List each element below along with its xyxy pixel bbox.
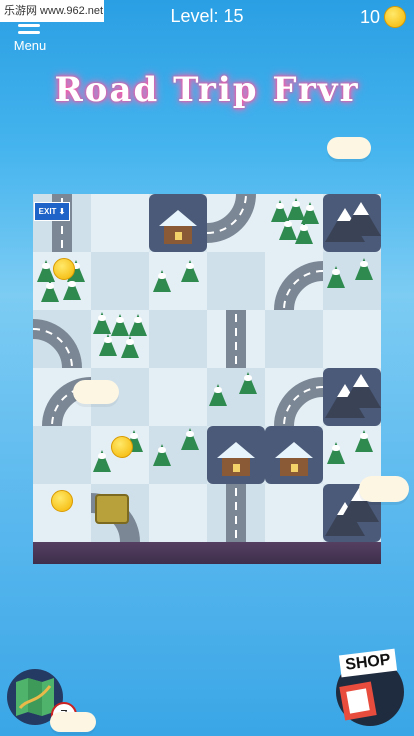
road-straight — [226, 310, 246, 368]
coin-icon — [384, 6, 406, 28]
tile-empty[interactable] — [207, 252, 265, 310]
tile-empty[interactable] — [323, 310, 381, 368]
tree-icon — [295, 222, 313, 244]
tile-empty[interactable] — [91, 194, 149, 252]
game-title: Road Trip Frvr — [54, 70, 360, 110]
level-indicator: Level: 15 — [170, 6, 244, 26]
menu-label: Menu — [13, 38, 47, 53]
tile-empty[interactable] — [265, 484, 323, 542]
tile-mountains[interactable] — [323, 194, 381, 252]
tile-road-car[interactable] — [91, 484, 149, 542]
tile-empty[interactable] — [149, 368, 207, 426]
road-straight — [226, 484, 246, 542]
coin-count: 10 — [359, 6, 380, 27]
tree-icon — [239, 372, 257, 394]
tile-cabin[interactable] — [207, 426, 265, 484]
tile-trees[interactable] — [207, 368, 265, 426]
coin-icon[interactable] — [53, 258, 75, 280]
coin-icon[interactable] — [51, 490, 73, 512]
tree-icon — [355, 258, 373, 280]
cloud — [327, 137, 371, 159]
cabin-icon — [159, 210, 197, 244]
car-icon — [95, 494, 129, 524]
board-edge — [33, 542, 381, 564]
coin-icon[interactable] — [111, 436, 133, 458]
tile-empty[interactable] — [265, 310, 323, 368]
tile-trees[interactable] — [265, 194, 323, 252]
game-board: EXIT ⬇ — [33, 194, 381, 542]
tree-icon — [327, 442, 345, 464]
road-curve — [274, 377, 323, 426]
tile-empty[interactable] — [33, 426, 91, 484]
cabin-icon — [275, 442, 313, 476]
menu-button[interactable]: Menu — [8, 22, 52, 54]
tree-icon — [99, 334, 117, 356]
watermark-text: 乐游网 www.962.net — [0, 0, 104, 22]
tile-empty[interactable] — [91, 252, 149, 310]
cloud — [359, 476, 409, 502]
tile-mountains[interactable] — [323, 368, 381, 426]
road-curve — [207, 194, 256, 243]
tile-empty[interactable] — [149, 310, 207, 368]
tile-road-exit[interactable]: EXIT ⬇ — [33, 194, 91, 252]
coin-counter: 10 — [360, 5, 406, 29]
tile-road-curve[interactable] — [265, 368, 323, 426]
tree-icon — [355, 430, 373, 452]
tree-icon — [129, 314, 147, 336]
tree-icon — [63, 278, 81, 300]
cabin-icon — [217, 442, 255, 476]
tree-icon — [111, 314, 129, 336]
tile-road-straight[interactable] — [207, 310, 265, 368]
tile-road-curve[interactable] — [265, 252, 323, 310]
tile-cabin[interactable] — [265, 426, 323, 484]
tile-trees[interactable] — [33, 252, 91, 310]
tree-icon — [301, 202, 319, 224]
tree-icon — [93, 450, 111, 472]
tile-trees[interactable] — [91, 310, 149, 368]
tile-trees[interactable] — [149, 426, 207, 484]
hamburger-icon — [18, 24, 40, 38]
mountain-icon — [341, 202, 381, 236]
tile-road-straight[interactable] — [207, 484, 265, 542]
road-curve — [274, 261, 323, 310]
tree-icon — [153, 444, 171, 466]
exit-sign: EXIT ⬇ — [34, 202, 70, 221]
tree-icon — [121, 336, 139, 358]
tree-icon — [327, 266, 345, 288]
tree-icon — [181, 260, 199, 282]
tree-icon — [41, 280, 59, 302]
cloud — [50, 712, 96, 732]
tree-icon — [181, 428, 199, 450]
tree-icon — [153, 270, 171, 292]
road-curve — [33, 319, 82, 368]
tile-trees[interactable] — [323, 252, 381, 310]
mountain-icon — [341, 374, 381, 408]
tile-empty[interactable] — [149, 484, 207, 542]
cloud — [73, 380, 119, 404]
tree-icon — [93, 312, 111, 334]
tile-empty[interactable] — [33, 484, 91, 542]
tile-trees[interactable] — [91, 426, 149, 484]
tile-cabin[interactable] — [149, 194, 207, 252]
tile-road-curve[interactable] — [207, 194, 265, 252]
tile-road-curve[interactable] — [33, 310, 91, 368]
tree-icon — [209, 384, 227, 406]
tile-trees[interactable] — [149, 252, 207, 310]
